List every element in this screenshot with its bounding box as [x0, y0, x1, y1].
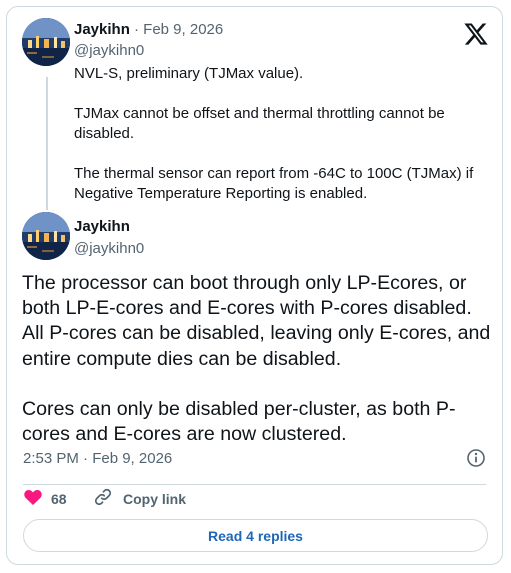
copy-link-label: Copy link: [123, 491, 187, 507]
like-count: 68: [51, 491, 67, 507]
divider: [23, 484, 486, 485]
tweet-embed-card: Jaykihn · Feb 9, 2026 @jaykihn0 NVL-S, p…: [6, 6, 503, 565]
info-icon[interactable]: [465, 447, 487, 469]
tweet-date[interactable]: · Feb 9, 2026: [134, 21, 223, 38]
author-handle[interactable]: @jaykihn0: [74, 42, 144, 59]
author-name[interactable]: Jaykihn: [74, 21, 130, 38]
read-replies-button[interactable]: Read 4 replies: [23, 519, 488, 552]
thread-connector-line: [46, 77, 48, 210]
copy-link-button[interactable]: Copy link: [93, 487, 186, 511]
x-logo-icon[interactable]: [463, 21, 489, 47]
avatar[interactable]: [22, 18, 70, 66]
reply-tweet-text: NVL-S, preliminary (TJMax value). TJMax …: [74, 65, 474, 202]
like-button[interactable]: 68: [23, 487, 67, 511]
author-handle[interactable]: @jaykihn0: [74, 240, 144, 257]
heart-icon: [23, 487, 43, 512]
link-icon: [93, 487, 113, 512]
author-name[interactable]: Jaykihn: [74, 218, 130, 235]
tweet-timestamp[interactable]: 2:53 PM · Feb 9, 2026: [23, 450, 172, 467]
avatar[interactable]: [22, 212, 70, 260]
main-tweet-text: The processor can boot through only LP-E…: [22, 272, 491, 446]
